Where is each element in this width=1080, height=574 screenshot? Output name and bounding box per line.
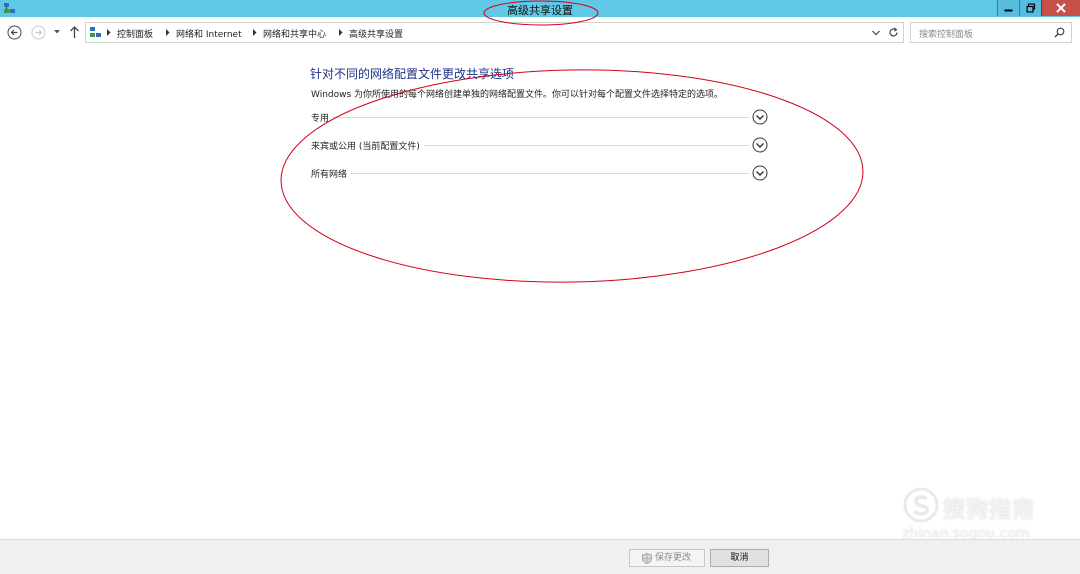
minimize-icon	[1004, 9, 1012, 12]
expand-chevron-icon[interactable]	[752, 137, 768, 153]
cancel-button[interactable]: 取消	[710, 549, 769, 567]
save-changes-label: 保存更改	[655, 553, 692, 563]
save-changes-button[interactable]: 保存更改	[629, 549, 705, 567]
refresh-icon[interactable]	[888, 27, 899, 38]
back-arrow-icon[interactable]	[7, 25, 22, 40]
expand-chevron-icon[interactable]	[752, 165, 768, 181]
window-title: 高级共享设置	[507, 4, 573, 17]
breadcrumb-separator-icon[interactable]	[106, 29, 111, 36]
restore-button[interactable]	[1019, 0, 1041, 16]
breadcrumb-item-network-sharing-center[interactable]: 网络和共享中心	[263, 27, 326, 40]
navigation-bar: 控制面板 网络和 Internet 网络和共享中心 高级共享设置 搜索控制面板	[0, 17, 1080, 46]
section-guest-public[interactable]: 来宾或公用 (当前配置文件)	[311, 136, 771, 156]
search-placeholder: 搜索控制面板	[919, 30, 974, 40]
sogou-logo-icon	[903, 487, 939, 523]
expand-chevron-icon[interactable]	[752, 109, 768, 125]
section-label: 专用	[311, 111, 334, 124]
breadcrumb-separator-icon[interactable]	[165, 29, 170, 36]
section-label: 所有网络	[311, 167, 352, 180]
network-icon	[90, 27, 101, 37]
breadcrumb-separator-icon[interactable]	[338, 29, 343, 36]
watermark: 搜狗指南 zhinan.sogou.com	[900, 484, 1070, 546]
section-label: 来宾或公用 (当前配置文件)	[311, 139, 424, 152]
restore-icon	[1026, 3, 1035, 13]
title-bar: 高级共享设置	[0, 0, 1080, 17]
page-title: 针对不同的网络配置文件更改共享选项	[310, 67, 515, 81]
address-bar[interactable]: 控制面板 网络和 Internet 网络和共享中心 高级共享设置	[85, 22, 904, 43]
breadcrumb-item-network-internet[interactable]: 网络和 Internet	[176, 27, 242, 40]
section-all-networks[interactable]: 所有网络	[311, 164, 771, 184]
section-private[interactable]: 专用	[311, 108, 771, 128]
section-divider	[421, 145, 749, 146]
watermark-text: 搜狗指南	[943, 498, 1036, 523]
close-icon	[1056, 3, 1066, 13]
search-input[interactable]: 搜索控制面板	[910, 22, 1072, 43]
section-divider	[331, 117, 749, 118]
section-divider	[351, 173, 749, 174]
search-icon[interactable]	[1054, 27, 1065, 38]
page-description: Windows 为你所使用的每个网络创建单独的网络配置文件。你可以针对每个配置文…	[311, 90, 724, 100]
breadcrumb-item-control-panel[interactable]: 控制面板	[117, 27, 153, 40]
minimize-button[interactable]	[997, 0, 1019, 16]
recent-locations-chevron-icon[interactable]	[53, 28, 61, 36]
breadcrumb-separator-icon[interactable]	[252, 29, 257, 36]
breadcrumb-item-advanced-sharing[interactable]: 高级共享设置	[349, 27, 403, 40]
up-arrow-icon[interactable]	[68, 25, 81, 39]
close-button[interactable]	[1041, 0, 1080, 16]
footer-bar: 保存更改 取消	[0, 539, 1080, 574]
uac-shield-icon	[642, 553, 652, 564]
forward-arrow-icon[interactable]	[31, 25, 46, 40]
address-dropdown-icon[interactable]	[872, 30, 880, 36]
